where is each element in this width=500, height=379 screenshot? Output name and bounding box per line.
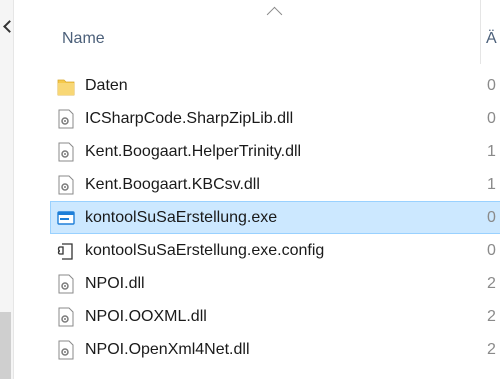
navigation-pane xyxy=(0,0,16,379)
file-date: 2 xyxy=(487,275,496,292)
file-name: NPOI.OpenXml4Net.dll xyxy=(85,341,250,358)
file-row-selected[interactable]: kontoolSuSaErstellung.exe 0 xyxy=(50,201,500,234)
file-row[interactable]: kontoolSuSaErstellung.exe.config 0 xyxy=(50,234,500,267)
dll-file-icon xyxy=(57,175,75,195)
exe-window-icon xyxy=(57,208,75,228)
file-row[interactable]: Kent.Boogaart.HelperTrinity.dll 1 xyxy=(50,135,500,168)
dll-file-icon xyxy=(57,109,75,129)
file-date: 0 xyxy=(487,209,496,226)
column-header: Name Ä xyxy=(14,0,500,64)
file-date: 0 xyxy=(487,110,496,127)
file-date: 2 xyxy=(487,308,496,325)
file-name: NPOI.OOXML.dll xyxy=(85,308,207,325)
file-row[interactable]: ICSharpCode.SharpZipLib.dll 0 xyxy=(50,102,500,135)
file-name: NPOI.dll xyxy=(85,275,145,292)
column-header-next[interactable]: Ä xyxy=(486,30,497,48)
file-row[interactable]: NPOI.dll 2 xyxy=(50,267,500,300)
folder-icon xyxy=(57,76,75,96)
column-header-name[interactable]: Name xyxy=(62,30,105,48)
dll-file-icon xyxy=(57,142,75,162)
dll-file-icon xyxy=(57,307,75,327)
file-row[interactable]: NPOI.OpenXml4Net.dll 2 xyxy=(50,333,500,366)
file-name: kontoolSuSaErstellung.exe.config xyxy=(85,242,325,259)
file-date: 1 xyxy=(487,143,496,160)
file-date: 2 xyxy=(487,341,496,358)
column-divider[interactable] xyxy=(480,0,481,64)
config-file-icon xyxy=(57,241,75,261)
file-name: kontoolSuSaErstellung.exe xyxy=(85,209,278,226)
file-date: 0 xyxy=(487,242,496,259)
sort-ascending-icon xyxy=(266,6,283,23)
file-name: Kent.Boogaart.HelperTrinity.dll xyxy=(85,143,302,160)
file-row[interactable]: Daten 0 xyxy=(50,69,500,102)
dll-file-icon xyxy=(57,274,75,294)
file-date: 1 xyxy=(487,176,496,193)
file-list: Daten 0 ICSharpCode.SharpZipLib.dll 0 Ke… xyxy=(14,64,500,379)
file-date: 0 xyxy=(487,77,496,94)
file-name: Daten xyxy=(85,77,128,94)
dll-file-icon xyxy=(57,340,75,360)
file-row[interactable]: NPOI.OOXML.dll 2 xyxy=(50,300,500,333)
navigation-scrollbar[interactable] xyxy=(0,312,11,379)
file-name: Kent.Boogaart.KBCsv.dll xyxy=(85,176,260,193)
file-row[interactable]: Kent.Boogaart.KBCsv.dll 1 xyxy=(50,168,500,201)
file-name: ICSharpCode.SharpZipLib.dll xyxy=(85,110,294,127)
